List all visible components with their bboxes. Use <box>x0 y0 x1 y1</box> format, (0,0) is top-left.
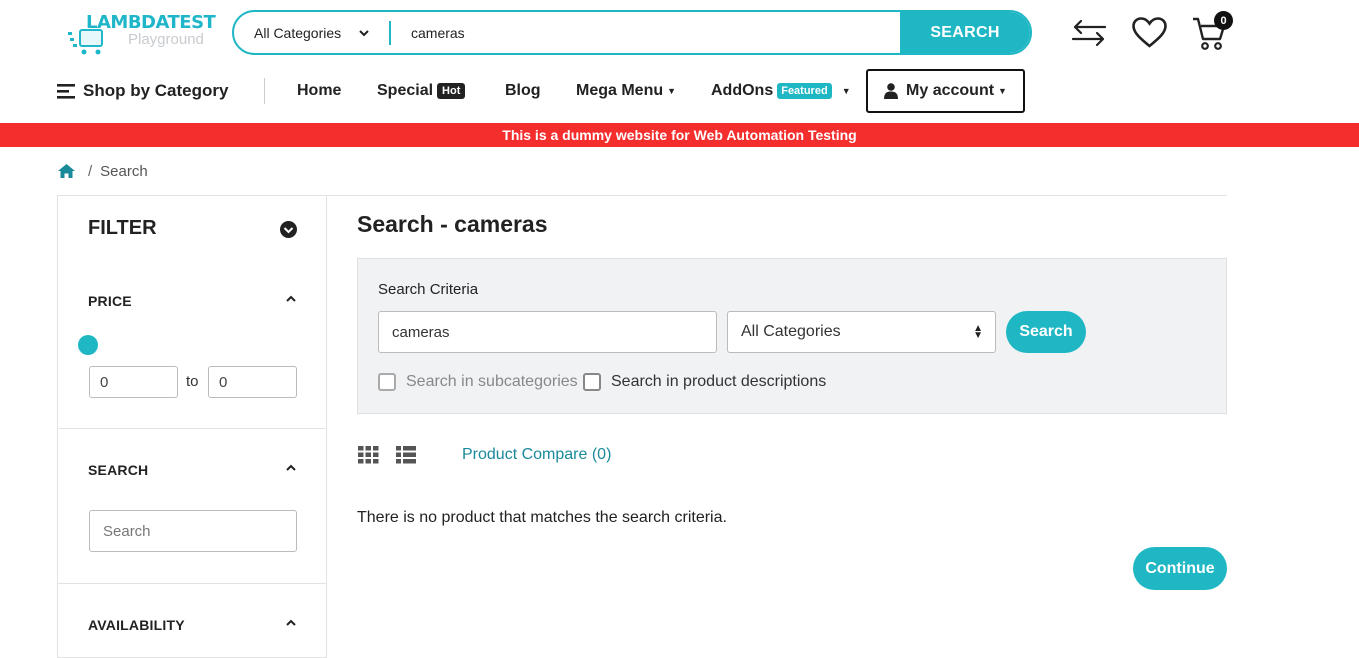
page-title: Search - cameras <box>357 211 548 237</box>
nav-item-label: Mega Menu <box>576 82 664 99</box>
shop-by-category-label: Shop by Category <box>83 81 229 100</box>
no-results-message: There is no product that matches the sea… <box>357 509 727 526</box>
header-search-button[interactable]: SEARCH <box>900 12 1030 53</box>
notice-banner: This is a dummy website for Web Automati… <box>0 123 1359 147</box>
nav-item-blog[interactable]: Blog <box>505 68 541 114</box>
grid-view-icon[interactable] <box>358 446 379 464</box>
hamburger-icon <box>57 84 75 99</box>
search-category-value: All Categories <box>741 323 841 340</box>
search-criteria-label: Search Criteria <box>378 281 479 298</box>
descriptions-checkbox[interactable] <box>583 373 601 391</box>
filter-sidebar: FILTER PRICE 0 to 0 SEARCH Search AVAILA… <box>57 195 327 658</box>
nav-item-addons[interactable]: AddOns Featured ▼ <box>711 68 851 114</box>
header-search-bar: All Categories cameras SEARCH <box>232 10 1032 55</box>
chevron-down-icon <box>359 26 369 40</box>
continue-button[interactable]: Continue <box>1133 547 1227 590</box>
search-filter-heading[interactable]: SEARCH <box>88 462 148 478</box>
logo[interactable]: LAMBDATEST Playground <box>66 12 216 56</box>
breadcrumb-separator: / <box>88 162 93 180</box>
nav-item-home[interactable]: Home <box>297 68 341 114</box>
breadcrumb: / Search <box>57 160 148 182</box>
price-max-input[interactable]: 0 <box>208 366 297 398</box>
search-keyword-input[interactable]: cameras <box>378 311 717 353</box>
header-search-input[interactable]: cameras <box>391 12 900 53</box>
cart-count-badge: 0 <box>1214 11 1233 30</box>
availability-filter-heading[interactable]: AVAILABILITY <box>88 617 185 633</box>
shop-by-category-button[interactable]: Shop by Category <box>57 68 228 114</box>
sidebar-search-input[interactable]: Search <box>89 510 297 552</box>
chevron-up-icon[interactable] <box>286 294 296 306</box>
nav-item-mega-menu[interactable]: Mega Menu ▼ <box>576 68 676 114</box>
price-slider-handle[interactable] <box>78 335 98 355</box>
nav-item-label: Blog <box>505 82 541 99</box>
home-icon[interactable] <box>57 163 76 179</box>
chevron-up-icon[interactable] <box>286 463 296 475</box>
sidebar-divider <box>58 583 327 584</box>
nav-item-label: Home <box>297 82 342 99</box>
main-nav: Shop by Category Home Special Hot Blog M… <box>0 68 1359 114</box>
user-icon <box>884 83 899 99</box>
wishlist-heart-icon[interactable] <box>1131 16 1168 49</box>
list-view-icon[interactable] <box>396 446 416 464</box>
compare-arrows-icon[interactable] <box>1071 18 1107 48</box>
nav-separator <box>264 78 265 104</box>
filter-title: FILTER <box>88 217 157 239</box>
logo-text: LAMBDATEST <box>86 12 216 33</box>
price-min-input[interactable]: 0 <box>89 366 178 398</box>
search-button[interactable]: Search <box>1006 311 1086 353</box>
search-category-dropdown[interactable]: All Categories <box>234 12 389 53</box>
logo-subtext: Playground <box>128 31 204 48</box>
subcategories-checkbox[interactable] <box>378 373 396 391</box>
price-filter-heading[interactable]: PRICE <box>88 293 132 309</box>
breadcrumb-current: Search <box>100 162 148 180</box>
chevron-up-icon[interactable] <box>286 618 296 630</box>
nav-item-label: AddOns <box>711 82 774 99</box>
search-criteria-panel: Search Criteria cameras All Categories ▲… <box>357 258 1227 414</box>
product-compare-link[interactable]: Product Compare (0) <box>462 446 611 464</box>
subcategories-label: Search in subcategories <box>406 373 578 390</box>
my-account-button[interactable]: My account ▼ <box>866 69 1025 113</box>
featured-badge: Featured <box>777 83 832 99</box>
my-account-label: My account <box>906 82 995 99</box>
search-category-select[interactable]: All Categories ▲ ▼ <box>727 311 996 353</box>
chevron-circle-down-icon[interactable] <box>280 221 297 238</box>
sort-updown-icon: ▲ ▼ <box>973 323 983 341</box>
price-to-label: to <box>186 373 199 390</box>
caret-down-icon: ▼ <box>841 86 851 96</box>
nav-item-label: Special <box>377 82 434 99</box>
descriptions-label: Search in product descriptions <box>611 373 827 390</box>
hot-badge: Hot <box>437 83 466 99</box>
search-category-label: All Categories <box>254 24 342 41</box>
sidebar-divider <box>58 428 327 429</box>
caret-down-icon: ▼ <box>998 86 1007 96</box>
caret-down-icon: ▼ <box>667 86 677 96</box>
nav-item-special[interactable]: Special Hot <box>377 68 466 114</box>
